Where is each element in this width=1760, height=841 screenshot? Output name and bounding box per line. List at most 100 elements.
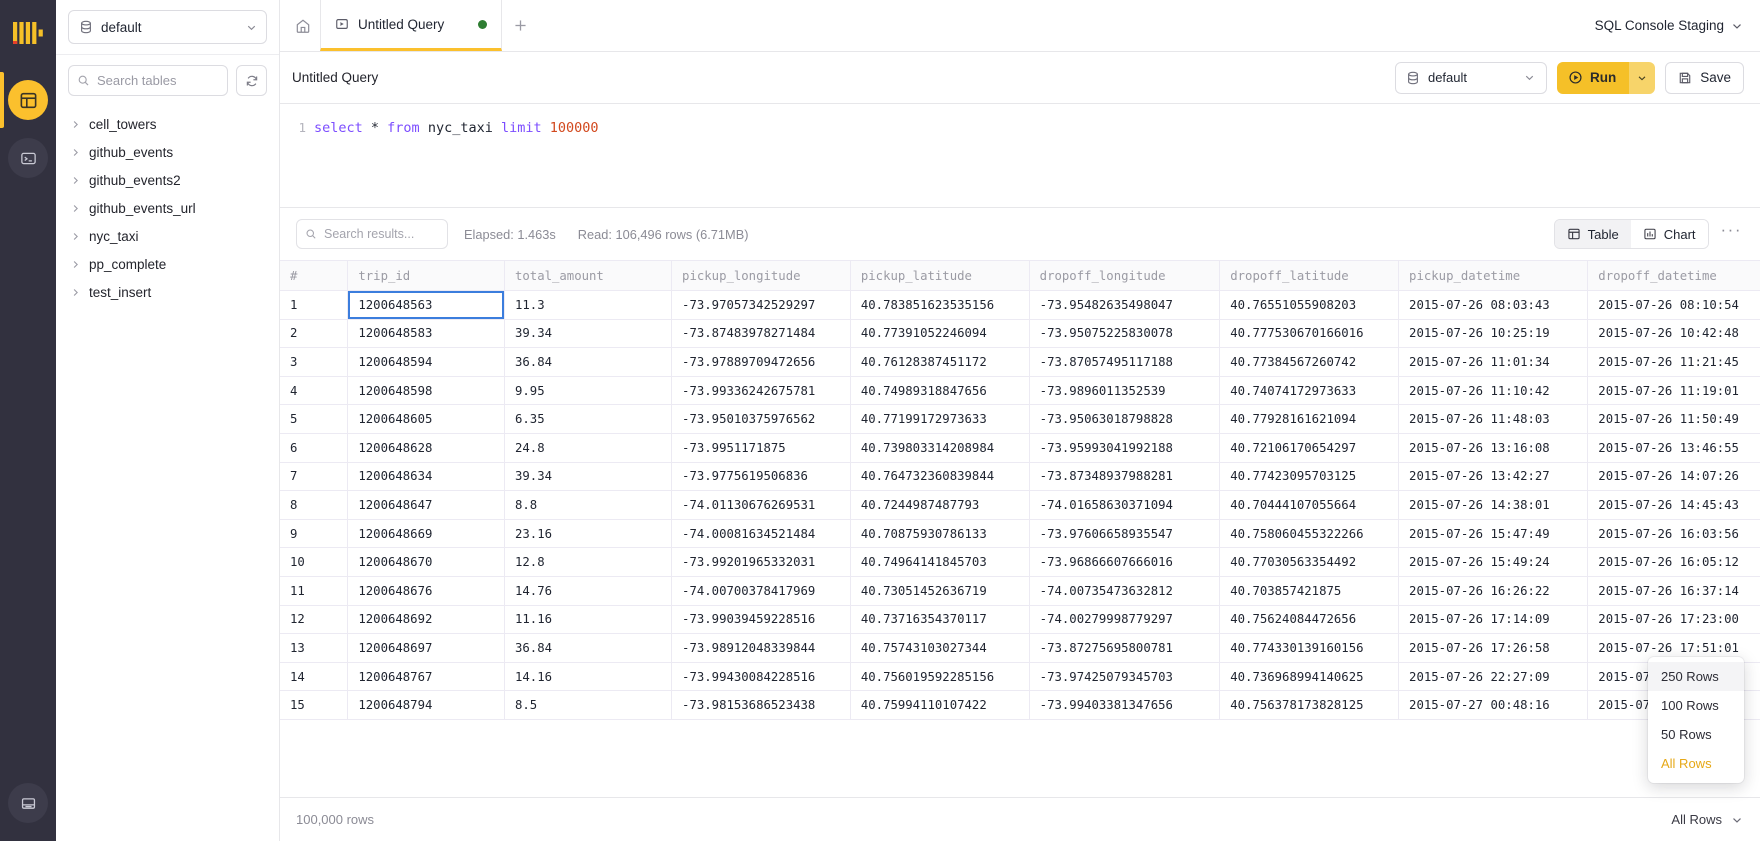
cell-pickup_latitude[interactable]: 40.756019592285156 xyxy=(850,662,1030,692)
cell-pickup_datetime[interactable]: 2015-07-26 15:47:49 xyxy=(1398,519,1589,549)
cell-pickup_longitude[interactable]: -73.98153686523438 xyxy=(671,690,851,720)
cell-total_amount[interactable]: 11.3 xyxy=(504,290,673,320)
run-button[interactable]: Run xyxy=(1556,61,1630,94)
cell-pickup_datetime[interactable]: 2015-07-26 11:48:03 xyxy=(1398,404,1589,434)
cell-total_amount[interactable]: 36.84 xyxy=(504,633,673,663)
tab-untitled-query[interactable]: Untitled Query xyxy=(320,0,502,51)
cell-dropoff_latitude[interactable]: 40.777530670166016 xyxy=(1219,319,1400,349)
table-row[interactable]: 9 1200648669 23.16 -74.00081634521484 40.708… xyxy=(280,519,1760,549)
cell-total_amount[interactable]: 14.76 xyxy=(504,576,673,606)
cell-total_amount[interactable]: 39.34 xyxy=(504,462,673,492)
cell-trip_id[interactable]: 1200648628 xyxy=(347,433,505,463)
cell-pickup_longitude[interactable]: -73.99039459228516 xyxy=(671,605,851,635)
cell-dropoff_longitude[interactable]: -73.99403381347656 xyxy=(1029,690,1221,720)
cell-dropoff_datetime[interactable]: 2015-07-26 16:03:56 xyxy=(1587,519,1760,549)
cell-dropoff_latitude[interactable]: 40.77384567260742 xyxy=(1219,347,1400,377)
tab-table-view[interactable]: Table xyxy=(1554,220,1631,248)
cell-trip_id[interactable]: 1200648670 xyxy=(347,547,505,577)
ellipsis-icon[interactable]: ··· xyxy=(1719,220,1744,248)
table-item[interactable]: test_insert xyxy=(56,278,279,306)
cell-trip_id[interactable]: 1200648605 xyxy=(347,404,505,434)
cell-dropoff_longitude[interactable]: -73.87275695800781 xyxy=(1029,633,1221,663)
cell-trip_id[interactable]: 1200648794 xyxy=(347,690,505,720)
cell-dropoff_longitude[interactable]: -73.96866607666016 xyxy=(1029,547,1221,577)
cell-pickup_latitude[interactable]: 40.73051452636719 xyxy=(850,576,1030,606)
cell-pickup_longitude[interactable]: -73.99430084228516 xyxy=(671,662,851,692)
cell-pickup_datetime[interactable]: 2015-07-26 15:49:24 xyxy=(1398,547,1589,577)
cell-pickup_longitude[interactable]: -73.95010375976562 xyxy=(671,404,851,434)
tab-chart-view[interactable]: Chart xyxy=(1630,220,1708,248)
table-row[interactable]: 3 1200648594 36.84 -73.97889709472656 40.761… xyxy=(280,347,1760,377)
table-row[interactable]: 7 1200648634 39.34 -73.9775619506836 40.7647… xyxy=(280,462,1760,492)
cell-pickup_latitude[interactable]: 40.739803314208984 xyxy=(850,433,1030,463)
cell-total_amount[interactable]: 36.84 xyxy=(504,347,673,377)
cell-dropoff_longitude[interactable]: -73.9896011352539 xyxy=(1029,376,1221,406)
cell-dropoff_longitude[interactable]: -74.00735473632812 xyxy=(1029,576,1221,606)
table-row[interactable]: 13 1200648697 36.84 -73.98912048339844 40.75… xyxy=(280,633,1760,663)
table-row[interactable]: 8 1200648647 8.8 -74.01130676269531 40.72449… xyxy=(280,490,1760,520)
cell-dropoff_latitude[interactable]: 40.74074172973633 xyxy=(1219,376,1400,406)
save-button[interactable]: Save xyxy=(1665,61,1744,94)
column-header-pickup_latitude[interactable]: pickup_latitude xyxy=(850,260,1030,291)
column-header-dropoff_datetime[interactable]: dropoff_datetime xyxy=(1587,260,1760,291)
cell-trip_id[interactable]: 1200648692 xyxy=(347,605,505,635)
cell-pickup_latitude[interactable]: 40.73716354370117 xyxy=(850,605,1030,635)
cell-pickup_longitude[interactable]: -73.98912048339844 xyxy=(671,633,851,663)
cell-total_amount[interactable]: 8.5 xyxy=(504,690,673,720)
cell-dropoff_latitude[interactable]: 40.77030563354492 xyxy=(1219,547,1400,577)
cell-pickup_latitude[interactable]: 40.75743103027344 xyxy=(850,633,1030,663)
cell-pickup_latitude[interactable]: 40.77199172973633 xyxy=(850,404,1030,434)
cell-pickup_longitude[interactable]: -74.00700378417969 xyxy=(671,576,851,606)
refresh-tables-button[interactable] xyxy=(236,65,267,96)
cell-trip_id[interactable]: 1200648563 xyxy=(347,290,505,320)
column-header-pickup_longitude[interactable]: pickup_longitude xyxy=(671,260,851,291)
table-row[interactable]: 15 1200648794 8.5 -73.98153686523438 40.7599… xyxy=(280,690,1760,720)
cell-pickup_latitude[interactable]: 40.783851623535156 xyxy=(850,290,1030,320)
cell-dropoff_longitude[interactable]: -73.95993041992188 xyxy=(1029,433,1221,463)
database-select[interactable]: default xyxy=(68,10,267,44)
table-row[interactable]: 4 1200648598 9.95 -73.99336242675781 40.7498… xyxy=(280,376,1760,406)
cell-dropoff_datetime[interactable]: 2015-07-26 13:46:55 xyxy=(1587,433,1760,463)
cell-pickup_datetime[interactable]: 2015-07-26 17:26:58 xyxy=(1398,633,1589,663)
table-row[interactable]: 11 1200648676 14.76 -74.00700378417969 40.73… xyxy=(280,576,1760,606)
table-row[interactable]: 1 1200648563 11.3 -73.97057342529297 40.7838… xyxy=(280,290,1760,320)
cell-dropoff_longitude[interactable]: -74.01658630371094 xyxy=(1029,490,1221,520)
cell-total_amount[interactable]: 12.8 xyxy=(504,547,673,577)
run-options-caret[interactable] xyxy=(1629,61,1656,94)
rail-item-docs[interactable] xyxy=(8,783,48,823)
cell-dropoff_longitude[interactable]: -74.00279998779297 xyxy=(1029,605,1221,635)
cell-pickup_longitude[interactable]: -73.99201965332031 xyxy=(671,547,851,577)
cell-pickup_datetime[interactable]: 2015-07-26 10:25:19 xyxy=(1398,319,1589,349)
cell-dropoff_longitude[interactable]: -73.95075225830078 xyxy=(1029,319,1221,349)
cell-dropoff_longitude[interactable]: -73.97425079345703 xyxy=(1029,662,1221,692)
cell-total_amount[interactable]: 39.34 xyxy=(504,319,673,349)
cell-trip_id[interactable]: 1200648583 xyxy=(347,319,505,349)
rows-limit-select[interactable]: All Rows xyxy=(1671,812,1744,827)
cell-trip_id[interactable]: 1200648767 xyxy=(347,662,505,692)
rows-menu-item-100[interactable]: 100 Rows xyxy=(1648,691,1744,720)
cell-dropoff_latitude[interactable]: 40.70444107055664 xyxy=(1219,490,1400,520)
rows-menu-item-50[interactable]: 50 Rows xyxy=(1648,720,1744,749)
cell-pickup_datetime[interactable]: 2015-07-27 00:48:16 xyxy=(1398,690,1589,720)
results-grid[interactable]: # trip_id total_amount pickup_longitude … xyxy=(280,260,1760,797)
cell-total_amount[interactable]: 9.95 xyxy=(504,376,673,406)
column-header-pickup_datetime[interactable]: pickup_datetime xyxy=(1398,260,1589,291)
new-tab-button[interactable] xyxy=(502,0,538,51)
cell-trip_id[interactable]: 1200648634 xyxy=(347,462,505,492)
cell-pickup_longitude[interactable]: -73.97057342529297 xyxy=(671,290,851,320)
cell-dropoff_longitude[interactable]: -73.95482635498047 xyxy=(1029,290,1221,320)
cell-trip_id[interactable]: 1200648676 xyxy=(347,576,505,606)
cell-dropoff_longitude[interactable]: -73.97606658935547 xyxy=(1029,519,1221,549)
cell-dropoff_latitude[interactable]: 40.758060455322266 xyxy=(1219,519,1400,549)
cell-pickup_datetime[interactable]: 2015-07-26 08:03:43 xyxy=(1398,290,1589,320)
table-row[interactable]: 10 1200648670 12.8 -73.99201965332031 40.749… xyxy=(280,547,1760,577)
column-header-trip_id[interactable]: trip_id xyxy=(347,260,505,291)
cell-dropoff_longitude[interactable]: -73.95063018798828 xyxy=(1029,404,1221,434)
table-row[interactable]: 12 1200648692 11.16 -73.99039459228516 40.73… xyxy=(280,605,1760,635)
table-item[interactable]: nyc_taxi xyxy=(56,222,279,250)
cell-trip_id[interactable]: 1200648669 xyxy=(347,519,505,549)
cell-dropoff_datetime[interactable]: 2015-07-26 14:45:43 xyxy=(1587,490,1760,520)
table-item[interactable]: github_events_url xyxy=(56,194,279,222)
table-row[interactable]: 5 1200648605 6.35 -73.95010375976562 40.7719… xyxy=(280,404,1760,434)
cell-dropoff_datetime[interactable]: 2015-07-26 11:19:01 xyxy=(1587,376,1760,406)
